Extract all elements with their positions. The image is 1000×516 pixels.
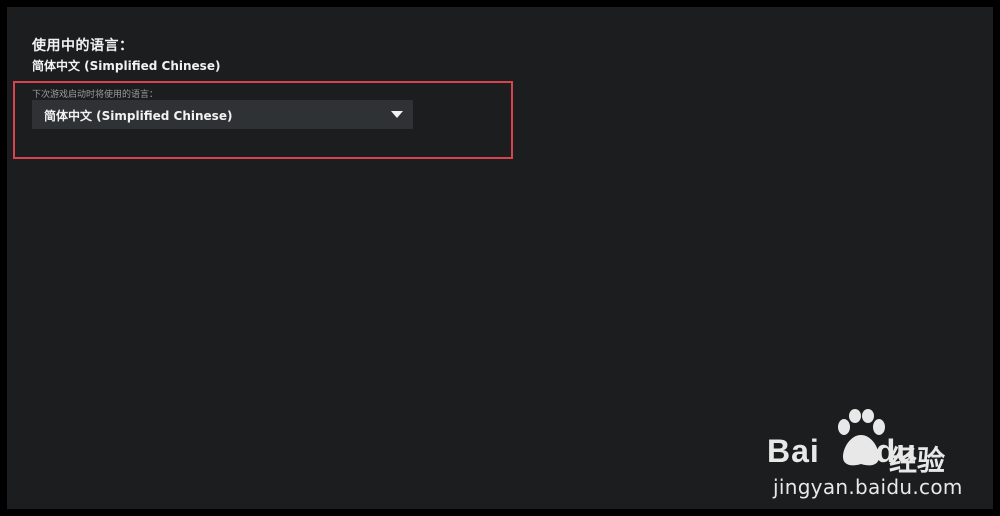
language-dropdown[interactable]: 简体中文 (Simplified Chinese) <box>32 100 413 129</box>
baidu-paw-logo <box>838 409 885 466</box>
language-dropdown-value: 简体中文 (Simplified Chinese) <box>44 109 233 123</box>
current-language-value: 简体中文 (Simplified Chinese) <box>32 59 221 73</box>
watermark-url: jingyan.baidu.com <box>773 475 963 499</box>
current-language-heading: 使用中的语言： <box>32 38 134 54</box>
next-launch-language-label: 下次游戏启动时将使用的语言： <box>32 90 159 100</box>
jingyan-brand-text: 经验 <box>889 444 946 477</box>
baidu-jingyan-watermark: Bai du 经验 jingyan.baidu.com <box>767 409 967 499</box>
screenshot-frame: 使用中的语言： 简体中文 (Simplified Chinese) 下次游戏启动… <box>0 0 1000 516</box>
caret-down-icon <box>391 111 403 118</box>
language-settings-panel: 使用中的语言： 简体中文 (Simplified Chinese) 下次游戏启动… <box>7 7 993 509</box>
